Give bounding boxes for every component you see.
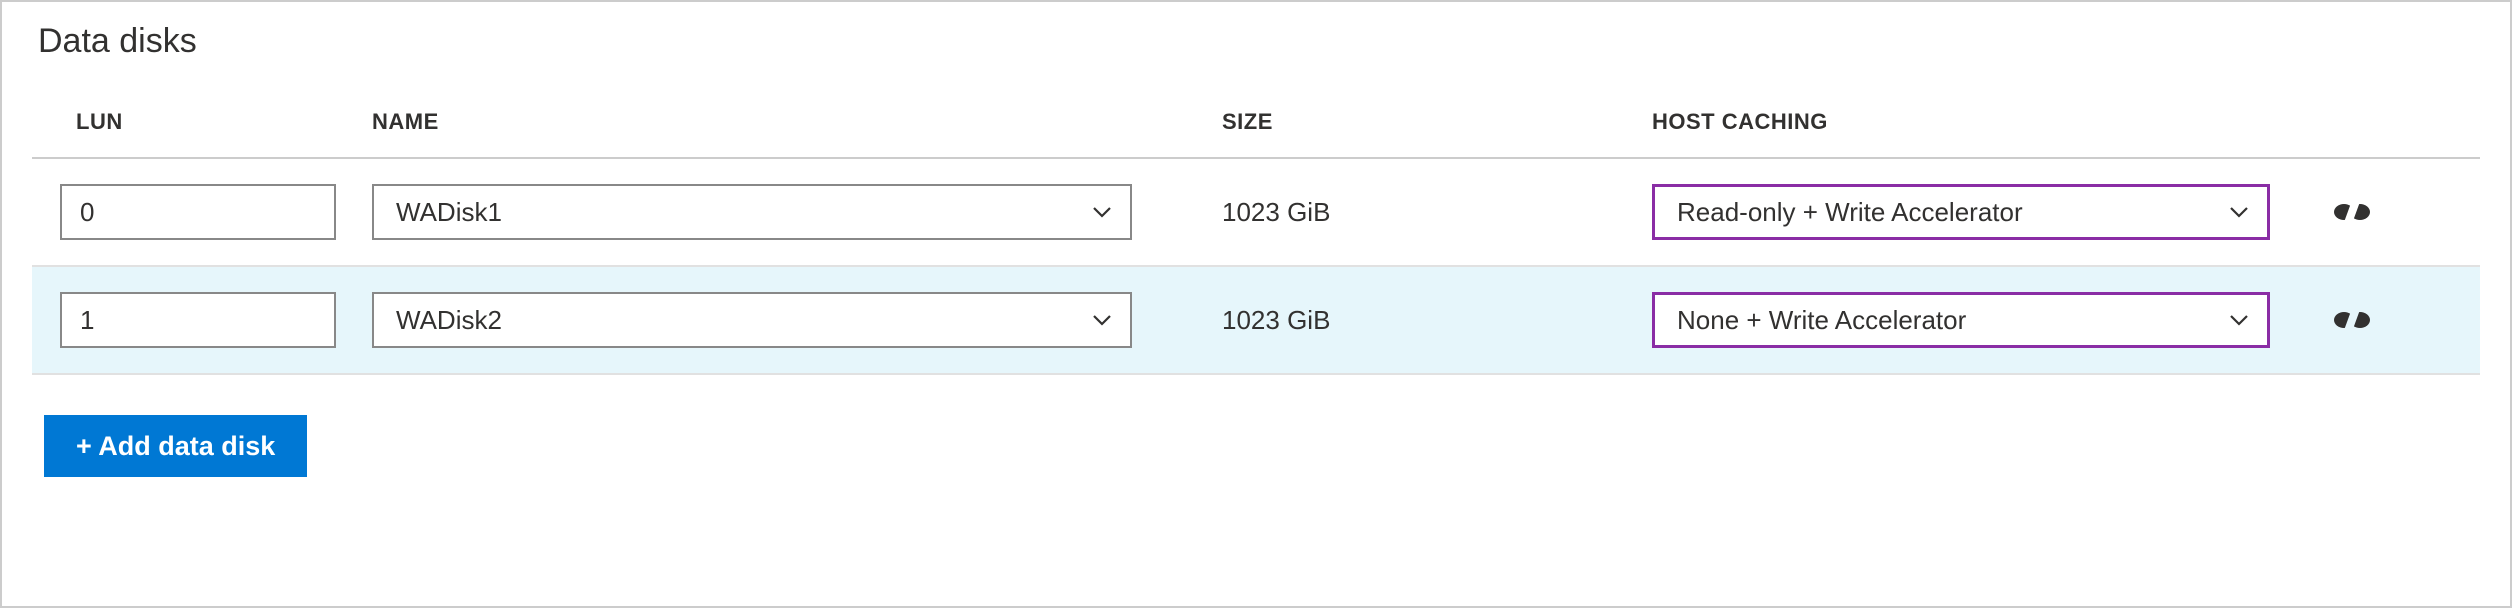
header-name: NAME	[372, 109, 1222, 135]
table-row: WADisk2 1023 GiB None + Write Accelerato…	[32, 267, 2480, 375]
header-lun: LUN	[32, 109, 372, 135]
lun-input[interactable]	[60, 184, 336, 240]
detach-disk-icon[interactable]	[2332, 306, 2372, 334]
data-disks-panel: Data disks LUN NAME SIZE HOST CACHING WA…	[0, 0, 2512, 608]
name-dropdown-label: WADisk2	[396, 305, 502, 336]
name-dropdown[interactable]: WADisk1	[372, 184, 1132, 240]
table-row: WADisk1 1023 GiB Read-only + Write Accel…	[32, 159, 2480, 267]
data-disks-table: LUN NAME SIZE HOST CACHING WADisk1 1023 …	[32, 91, 2480, 375]
chevron-down-icon	[1090, 200, 1114, 224]
chevron-down-icon	[2227, 308, 2251, 332]
table-header-row: LUN NAME SIZE HOST CACHING	[32, 91, 2480, 159]
host-caching-dropdown[interactable]: Read-only + Write Accelerator	[1652, 184, 2270, 240]
section-title: Data disks	[38, 22, 2480, 61]
host-caching-label: None + Write Accelerator	[1677, 305, 1966, 336]
name-dropdown[interactable]: WADisk2	[372, 292, 1132, 348]
size-value: 1023 GiB	[1222, 197, 1330, 228]
header-host-caching: HOST CACHING	[1652, 109, 2332, 135]
name-dropdown-label: WADisk1	[396, 197, 502, 228]
host-caching-dropdown[interactable]: None + Write Accelerator	[1652, 292, 2270, 348]
chevron-down-icon	[2227, 200, 2251, 224]
size-value: 1023 GiB	[1222, 305, 1330, 336]
chevron-down-icon	[1090, 308, 1114, 332]
detach-disk-icon[interactable]	[2332, 198, 2372, 226]
lun-input[interactable]	[60, 292, 336, 348]
host-caching-label: Read-only + Write Accelerator	[1677, 197, 2023, 228]
header-size: SIZE	[1222, 109, 1652, 135]
add-data-disk-button[interactable]: + Add data disk	[44, 415, 307, 477]
